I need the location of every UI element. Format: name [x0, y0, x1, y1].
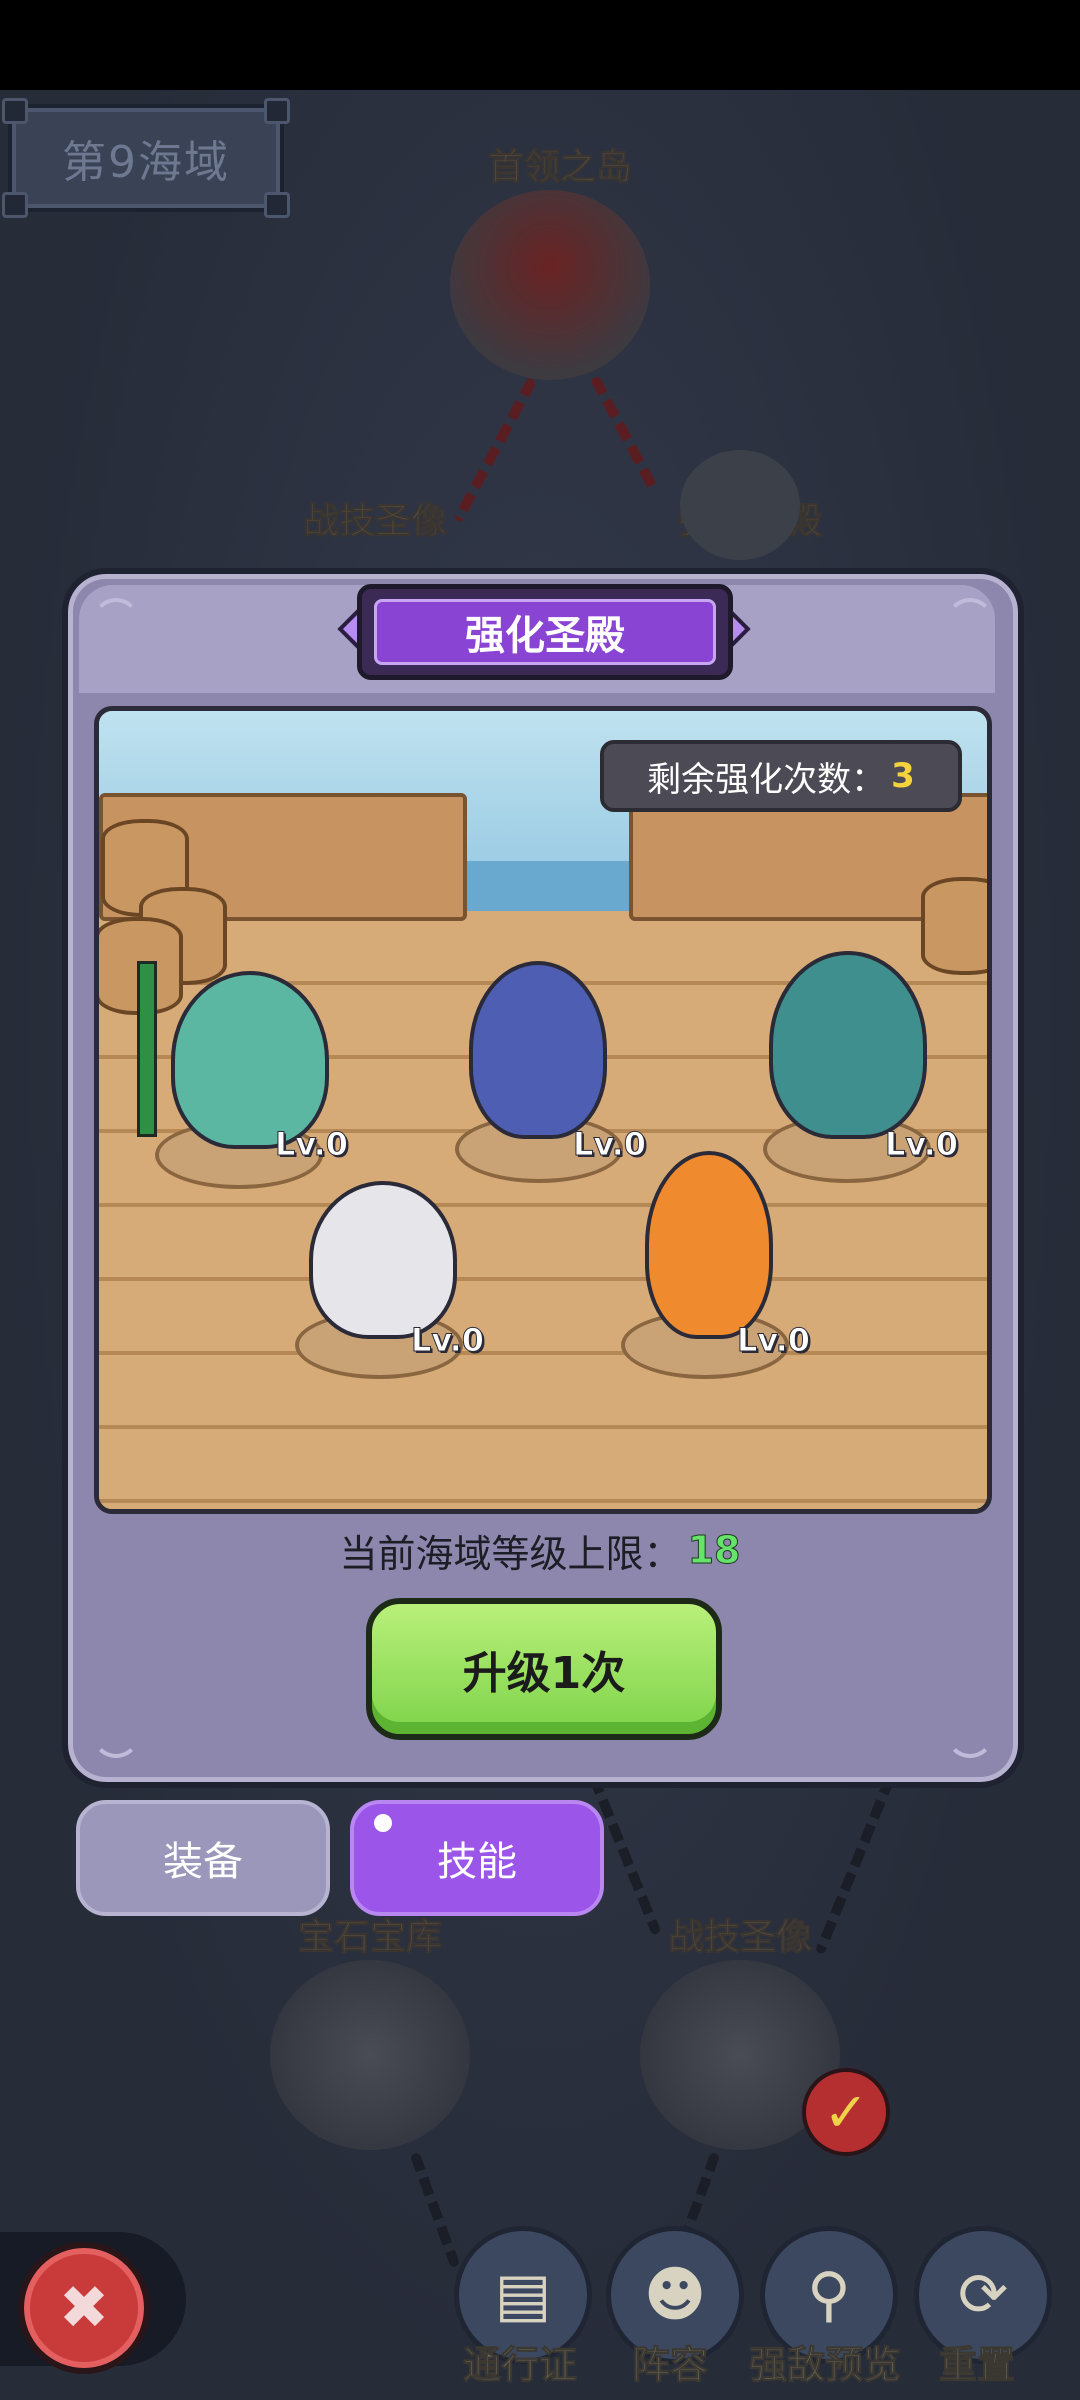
hero-level: Lv.0 — [274, 1125, 349, 1164]
corner-decoration — [2, 192, 28, 218]
corner-ornament — [92, 1710, 140, 1758]
hero-flame-girl[interactable] — [645, 1151, 773, 1339]
gem-vault-node[interactable] — [270, 1960, 470, 2150]
corner-ornament — [92, 598, 140, 646]
tab-skill-label: 技能 — [437, 1839, 517, 1885]
barrel — [921, 877, 987, 975]
hero-level: Lv.0 — [410, 1321, 485, 1360]
level-cap-value: 18 — [687, 1528, 741, 1573]
corner-ornament — [946, 598, 994, 646]
node-label-skill-statue-2: 战技圣像 — [667, 1917, 812, 1959]
boss-island-node[interactable] — [450, 190, 650, 380]
notification-dot — [374, 1814, 392, 1832]
enhance-hall-node[interactable] — [680, 450, 800, 560]
status-bar — [0, 0, 1080, 90]
upgrade-button-label: 升级1次 — [462, 1648, 626, 1699]
region-name: 第9海域 — [62, 137, 230, 188]
corner-decoration — [2, 98, 28, 124]
hero-face-icon: ☻ — [643, 2260, 707, 2330]
tab-skill[interactable]: 技能 — [350, 1800, 604, 1916]
hero-level: Lv.0 — [736, 1321, 811, 1360]
upgrade-once-button[interactable]: 升级1次 — [366, 1598, 722, 1740]
level-cap-label: 当前海域等级上限： — [339, 1531, 682, 1576]
corner-decoration — [264, 192, 290, 218]
hero-deck-scene: Lv.0 Lv.0 Lv.0 Lv.0 Lv.0 — [94, 706, 992, 1514]
remaining-value: 3 — [891, 756, 915, 796]
pass-label: 通行证 — [462, 2343, 577, 2388]
lineup-label: 阵容 — [631, 2343, 708, 2388]
dialog-title-banner: 强化圣殿 — [357, 584, 733, 680]
tab-equipment[interactable]: 装备 — [76, 1800, 330, 1916]
magnifier-icon: ⚲ — [807, 2260, 851, 2330]
remaining-label: 剩余强化次数： — [647, 759, 886, 800]
corner-ornament — [946, 1710, 994, 1758]
node-label-boss: 首领之岛 — [487, 147, 632, 189]
close-button[interactable]: ✖ — [18, 2242, 150, 2374]
refresh-icon: ⟳ — [957, 2260, 1009, 2330]
region-badge: 第9海域 — [2, 98, 290, 218]
hero-level: Lv.0 — [884, 1125, 959, 1164]
enemy-preview-label: 强敌预览 — [748, 2343, 901, 2388]
close-icon: ✖ — [58, 2273, 110, 2343]
dialog-title: 强化圣殿 — [465, 613, 625, 659]
hero-owl-druid[interactable] — [171, 971, 329, 1149]
level-cap-row: 当前海域等级上限： 18 — [62, 1520, 1018, 1580]
hero-old-sage[interactable] — [309, 1181, 457, 1339]
passport-icon: ▤ — [494, 2260, 552, 2330]
corner-decoration — [264, 98, 290, 124]
reset-label: 重置 — [938, 2343, 1015, 2388]
hero-level: Lv.0 — [572, 1125, 647, 1164]
node-label-skill-statue: 战技圣像 — [302, 501, 447, 543]
completed-check-icon: ✓ — [802, 2068, 890, 2156]
tab-equipment-label: 装备 — [163, 1839, 243, 1885]
hero-ice-mage[interactable] — [469, 961, 607, 1139]
remaining-enhance-counter: 剩余强化次数： 3 — [600, 740, 962, 812]
emerald-staff-icon — [137, 961, 157, 1137]
hero-sea-spirit[interactable] — [769, 951, 927, 1139]
